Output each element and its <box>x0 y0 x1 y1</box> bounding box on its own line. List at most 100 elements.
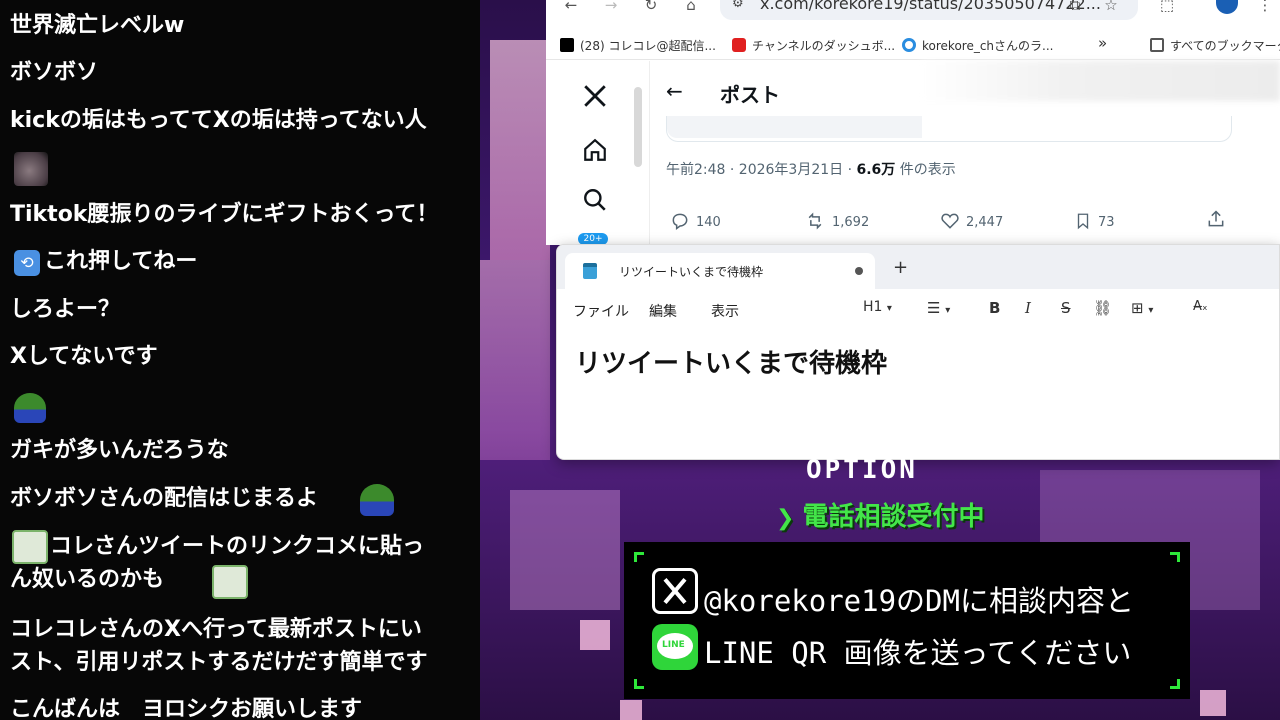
chevron-right-icon: ❯ <box>776 506 795 531</box>
bookmark-item[interactable]: (28) コレコレ@超配信... <box>560 37 716 54</box>
new-tab-button[interactable]: + <box>893 259 908 277</box>
italic-button[interactable]: I <box>1025 299 1031 317</box>
list-dropdown[interactable]: ☰ ▾ <box>927 299 950 317</box>
blurred-region <box>920 61 1280 101</box>
x-sidebar: 20+ <box>546 61 646 245</box>
share-icon[interactable] <box>1206 209 1226 229</box>
document-heading[interactable]: リツイートいくまで待機枠 <box>575 343 887 380</box>
scrollbar[interactable] <box>634 87 642 167</box>
page-title: ポスト <box>720 83 780 107</box>
chat-message: ガキが多いんだろうな <box>10 438 229 463</box>
sakura-petals <box>510 490 620 610</box>
chat-message: ボソボソさんの配信はじまるよ <box>10 486 319 511</box>
chat-message: Xしてないです <box>10 344 158 369</box>
bookmarks-bar: (28) コレコレ@超配信... チャンネルのダッシュボ... korekore… <box>546 30 1280 60</box>
repost-icon <box>808 212 822 230</box>
bookmark-star-icon[interactable]: ☆ <box>1100 0 1122 16</box>
unsaved-indicator-icon[interactable] <box>855 267 863 275</box>
youtube-favicon-icon <box>732 38 746 52</box>
notepad-window: リツイートいくまで待機枠 + ファイル 編集 表示 H1 ▾ ☰ ▾ B I S… <box>556 244 1280 460</box>
back-arrow-icon[interactable]: ← <box>666 79 683 103</box>
home-icon[interactable] <box>582 137 608 163</box>
heart-icon <box>941 213 959 229</box>
extensions-icon[interactable]: ⬚ <box>1156 0 1178 16</box>
bold-button[interactable]: B <box>989 299 1000 317</box>
chat-message: これ押してねー <box>44 249 198 274</box>
frame-corner <box>634 552 644 562</box>
reply-icon <box>672 213 688 230</box>
table-icon: ⊞ <box>1131 299 1144 317</box>
avatar-emote-icon <box>212 565 248 599</box>
x-post-main: ← ポスト 午前2:48 · 2026年3月21日 · 6.6万 件の表示 14… <box>649 61 1280 245</box>
frame-corner <box>634 679 644 689</box>
bookmarks-overflow-icon[interactable]: » <box>1098 34 1107 52</box>
home-icon[interactable]: ⌂ <box>680 0 702 16</box>
sakura-petals <box>480 260 550 460</box>
line-logo-icon: LINE <box>652 624 698 670</box>
chat-message: ボソボソ <box>10 60 99 85</box>
chat-message: kickの垢はもっててXの垢は持ってない人 <box>10 108 427 133</box>
x-post-page: 20+ ← ポスト 午前2:48 · 2026年3月21日 · 6.6万 件の表… <box>546 61 1280 245</box>
strikethrough-button[interactable]: S <box>1061 299 1071 317</box>
like-button[interactable]: 2,447 <box>940 211 1003 231</box>
sakura-petals <box>490 40 550 260</box>
pepe-emote-icon <box>360 484 394 516</box>
x-logo-icon[interactable] <box>582 83 608 109</box>
frame-corner <box>1170 679 1180 689</box>
ring-favicon-icon <box>902 38 916 52</box>
forward-icon[interactable]: → <box>600 0 622 16</box>
heading-dropdown[interactable]: H1 ▾ <box>863 299 892 315</box>
notepad-tab[interactable]: リツイートいくまで待機枠 <box>565 253 875 289</box>
chat-message: コレコレさんのXへ行って最新ポストにい <box>10 617 422 642</box>
hippo-emote-icon <box>14 152 48 186</box>
consultation-label: ❯ 電話相談受付中 <box>776 502 985 532</box>
dm-instruction-box: @korekore19のDMに相談内容と LINE LINE QR 画像を送って… <box>624 542 1190 699</box>
all-bookmarks-folder[interactable]: すべてのブックマーク <box>1150 37 1280 54</box>
sakura-petal <box>580 620 610 650</box>
embedded-media[interactable] <box>666 116 1232 142</box>
sakura-petal <box>1200 690 1226 716</box>
folder-icon <box>1150 38 1164 52</box>
reply-button[interactable]: 140 <box>670 211 721 231</box>
avatar-emote-icon <box>12 530 48 564</box>
repost-button[interactable]: 1,692 <box>804 211 869 231</box>
browser-toolbar: ← → ↻ ⌂ ⚙ x.com/korekore19/status/203505… <box>546 0 1280 28</box>
profile-avatar[interactable] <box>1216 0 1238 14</box>
bookmark-item[interactable]: チャンネルのダッシュボ... <box>732 37 895 54</box>
sakura-petal <box>620 700 642 720</box>
reload-icon[interactable]: ↻ <box>640 0 662 16</box>
link-icon[interactable]: ⛓ <box>1093 299 1112 317</box>
list-icon: ☰ <box>927 299 941 317</box>
chevron-down-icon: ▾ <box>945 305 951 316</box>
tab-title: リツイートいくまで待機枠 <box>619 265 764 279</box>
dm-instruction-line: @korekore19のDMに相談内容と <box>704 584 1134 618</box>
site-info-icon[interactable]: ⚙ <box>732 0 744 11</box>
bookmark-item[interactable]: korekore_chさんのラ... <box>902 37 1053 54</box>
chat-message: こんばんは ヨロシクお願いします <box>10 697 363 720</box>
chat-message: 世界滅亡レベルw <box>10 13 185 38</box>
chevron-down-icon: ▾ <box>886 303 892 314</box>
chat-message: コレさんツイートのリンクコメに貼っ <box>50 534 425 559</box>
back-icon[interactable]: ← <box>560 0 582 16</box>
bookmark-button[interactable]: 73 <box>1074 211 1115 231</box>
notepad-app-icon <box>583 263 597 279</box>
chevron-down-icon: ▾ <box>1148 305 1154 316</box>
url-text: x.com/korekore19/status/203505074722... <box>760 0 1101 13</box>
chat-message: スト、引用リポストするだけだす簡単です <box>10 650 428 675</box>
repost-emote-icon: ⟲ <box>14 250 40 276</box>
dm-instruction-line: LINE QR 画像を送ってください <box>704 636 1132 670</box>
install-app-icon[interactable]: ⧉ <box>1064 0 1086 16</box>
menu-edit[interactable]: 編集 <box>649 301 677 321</box>
search-icon[interactable] <box>582 187 608 213</box>
x-logo-icon <box>652 568 698 614</box>
browser-window: ← → ↻ ⌂ ⚙ x.com/korekore19/status/203505… <box>546 0 1280 245</box>
menu-view[interactable]: 表示 <box>711 301 739 321</box>
notepad-menubar: ファイル 編集 表示 H1 ▾ ☰ ▾ B I S ⛓ ⊞ ▾ A̶ₓ <box>557 289 1279 327</box>
menu-icon[interactable]: ⋮ <box>1254 0 1276 16</box>
frame-corner <box>1170 552 1180 562</box>
clear-formatting-icon[interactable]: A̶ₓ <box>1193 299 1208 314</box>
table-dropdown[interactable]: ⊞ ▾ <box>1131 299 1153 317</box>
chat-message: しろよー？ <box>10 297 121 322</box>
menu-file[interactable]: ファイル <box>573 301 629 321</box>
embedded-image <box>667 116 922 138</box>
